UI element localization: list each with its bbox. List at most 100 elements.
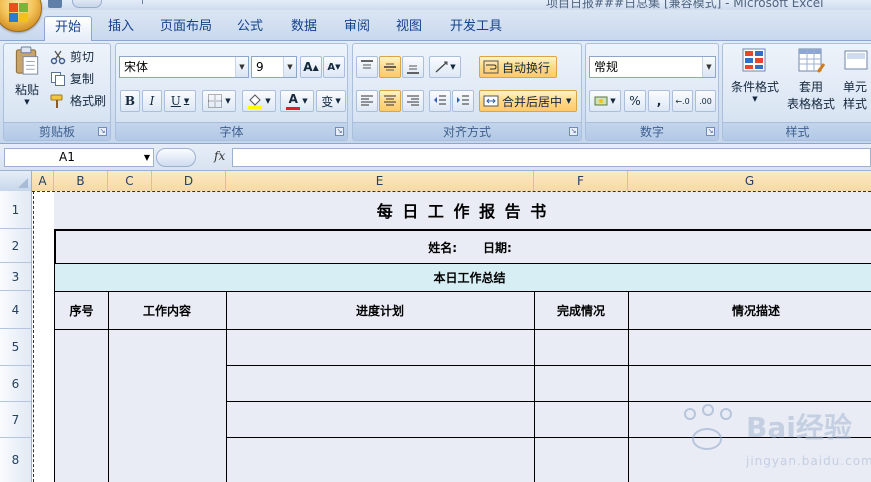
plan-cell-6[interactable] bbox=[226, 365, 535, 402]
work-content-merged-cell[interactable] bbox=[108, 329, 227, 482]
dialog-launcher-icon[interactable]: ↘ bbox=[706, 127, 715, 136]
cell-styles-button[interactable]: 单元 样式 bbox=[839, 46, 871, 120]
tab-formulas[interactable]: 公式 bbox=[228, 16, 272, 41]
header-progress-plan[interactable]: 进度计划 bbox=[226, 291, 535, 330]
chevron-down-icon: ▼ bbox=[225, 97, 231, 105]
dialog-launcher-icon[interactable]: ↘ bbox=[569, 127, 578, 136]
increase-indent-button[interactable] bbox=[452, 90, 474, 112]
percent-button[interactable]: % bbox=[624, 90, 646, 112]
column-header-f[interactable]: F bbox=[534, 171, 628, 191]
undo-redo-icon[interactable] bbox=[72, 0, 102, 8]
italic-button[interactable]: I bbox=[142, 90, 162, 112]
decrease-indent-button[interactable] bbox=[429, 90, 451, 112]
merge-center-button[interactable]: 合并后居中 ▼ bbox=[479, 90, 577, 112]
increase-decimal-button[interactable]: ←.0 bbox=[672, 90, 693, 112]
column-header-g[interactable]: G bbox=[628, 171, 871, 191]
align-top-button[interactable] bbox=[356, 56, 378, 78]
row-header-3[interactable]: 3 bbox=[0, 263, 31, 291]
font-name-combo[interactable]: 宋体 ▼ bbox=[119, 56, 249, 78]
number-format-combo[interactable]: 常规 ▼ bbox=[589, 56, 716, 78]
align-left-button[interactable] bbox=[356, 90, 378, 112]
paste-button[interactable]: 粘贴 ▼ bbox=[9, 46, 45, 106]
fill-color-button[interactable]: ▼ bbox=[242, 90, 276, 112]
orientation-button[interactable]: ▼ bbox=[429, 56, 461, 78]
chevron-down-icon[interactable]: ▼ bbox=[144, 149, 150, 166]
seq-merged-cell[interactable] bbox=[54, 329, 109, 482]
formula-input[interactable] bbox=[232, 148, 871, 167]
row-header-5[interactable]: 5 bbox=[0, 329, 31, 366]
tab-view[interactable]: 视图 bbox=[386, 16, 432, 41]
column-header-a[interactable]: A bbox=[32, 171, 54, 191]
plan-cell-8[interactable] bbox=[226, 437, 535, 482]
chevron-down-icon[interactable]: ▼ bbox=[702, 57, 715, 77]
tab-insert[interactable]: 插入 bbox=[98, 16, 144, 41]
sheet-title[interactable]: 每 日 工 作 报 告 书 bbox=[54, 191, 871, 229]
plan-cell-5[interactable] bbox=[226, 329, 535, 366]
wrap-text-button[interactable]: 自动换行 bbox=[479, 56, 557, 78]
merge-cells-icon bbox=[483, 95, 499, 107]
tab-page-layout[interactable]: 页面布局 bbox=[150, 16, 222, 41]
header-description[interactable]: 情况描述 bbox=[628, 291, 871, 330]
row-header-6[interactable]: 6 bbox=[0, 366, 31, 402]
tab-review[interactable]: 审阅 bbox=[334, 16, 380, 41]
completion-cell-8[interactable] bbox=[534, 437, 629, 482]
column-header-d[interactable]: D bbox=[152, 171, 226, 191]
column-a-cells[interactable] bbox=[32, 191, 54, 482]
tab-home[interactable]: 开始 bbox=[44, 16, 92, 42]
row-header-4[interactable]: 4 bbox=[0, 291, 31, 329]
align-middle-button[interactable] bbox=[379, 56, 401, 78]
copy-button[interactable]: 复制 bbox=[50, 70, 94, 87]
save-icon[interactable] bbox=[48, 0, 62, 8]
align-right-button[interactable] bbox=[402, 90, 424, 112]
completion-cell-5[interactable] bbox=[534, 329, 629, 366]
window-title: 项目日报###日总集 [兼容模式] - Microsoft Excel bbox=[546, 0, 824, 10]
ribbon: 粘贴 ▼ 剪切 复制 格式刷 剪贴板 ↘ 宋体 ▼ 9 ▼ A ▲ A ▼ B … bbox=[0, 41, 871, 144]
column-header-e[interactable]: E bbox=[226, 171, 534, 191]
decrease-decimal-button[interactable]: .00 bbox=[695, 90, 716, 112]
tab-data[interactable]: 数据 bbox=[280, 16, 328, 41]
row-header-7[interactable]: 7 bbox=[0, 402, 31, 438]
description-cell-6[interactable] bbox=[628, 365, 871, 402]
cut-button[interactable]: 剪切 bbox=[50, 48, 94, 65]
quick-access-dropdown-icon[interactable] bbox=[142, 0, 150, 4]
chevron-down-icon[interactable]: ▼ bbox=[235, 57, 248, 77]
header-work-content[interactable]: 工作内容 bbox=[108, 291, 227, 330]
format-painter-button[interactable]: 格式刷 bbox=[50, 92, 106, 109]
borders-button[interactable]: ▼ bbox=[202, 90, 236, 112]
font-color-button[interactable]: A ▼ bbox=[280, 90, 314, 112]
grow-font-button[interactable]: A ▲ bbox=[300, 56, 322, 78]
shrink-font-button[interactable]: A ▼ bbox=[323, 56, 345, 78]
plan-cell-7[interactable] bbox=[226, 401, 535, 438]
insert-function-icon[interactable]: fx bbox=[214, 149, 225, 163]
row-header-8[interactable]: 8 bbox=[0, 438, 31, 482]
format-as-table-button[interactable]: 套用 表格格式 bbox=[783, 46, 839, 120]
comma-button[interactable]: , bbox=[648, 90, 670, 112]
formula-toggle[interactable] bbox=[156, 148, 196, 167]
select-all-corner[interactable] bbox=[0, 171, 32, 191]
description-cell-5[interactable] bbox=[628, 329, 871, 366]
dialog-launcher-icon[interactable]: ↘ bbox=[98, 127, 107, 136]
name-box[interactable]: A1 ▼ bbox=[4, 148, 154, 167]
header-seq[interactable]: 序号 bbox=[54, 291, 109, 330]
name-date-row[interactable]: 姓名: 日期: bbox=[54, 229, 871, 264]
tab-developer[interactable]: 开发工具 bbox=[440, 16, 512, 41]
font-size-combo[interactable]: 9 ▼ bbox=[251, 56, 297, 78]
align-center-button[interactable] bbox=[379, 90, 401, 112]
row-header-1[interactable]: 1 bbox=[0, 191, 31, 229]
phonetic-button[interactable]: 变 ▼ bbox=[316, 90, 346, 112]
chevron-down-icon[interactable]: ▼ bbox=[283, 57, 296, 77]
conditional-formatting-button[interactable]: 条件格式 ▼ bbox=[727, 46, 783, 120]
merge-center-label: 合并后居中 bbox=[502, 94, 563, 109]
column-header-c[interactable]: C bbox=[108, 171, 152, 191]
completion-cell-6[interactable] bbox=[534, 365, 629, 402]
row-header-2[interactable]: 2 bbox=[0, 229, 31, 263]
summary-header[interactable]: 本日工作总结 bbox=[54, 263, 871, 292]
bold-button[interactable]: B bbox=[120, 90, 140, 112]
dialog-launcher-icon[interactable]: ↘ bbox=[335, 127, 344, 136]
underline-button[interactable]: U ▼ bbox=[164, 90, 196, 112]
align-bottom-button[interactable] bbox=[402, 56, 424, 78]
currency-button[interactable]: ▼ bbox=[589, 90, 621, 112]
completion-cell-7[interactable] bbox=[534, 401, 629, 438]
header-completion[interactable]: 完成情况 bbox=[534, 291, 629, 330]
column-header-b[interactable]: B bbox=[54, 171, 108, 191]
